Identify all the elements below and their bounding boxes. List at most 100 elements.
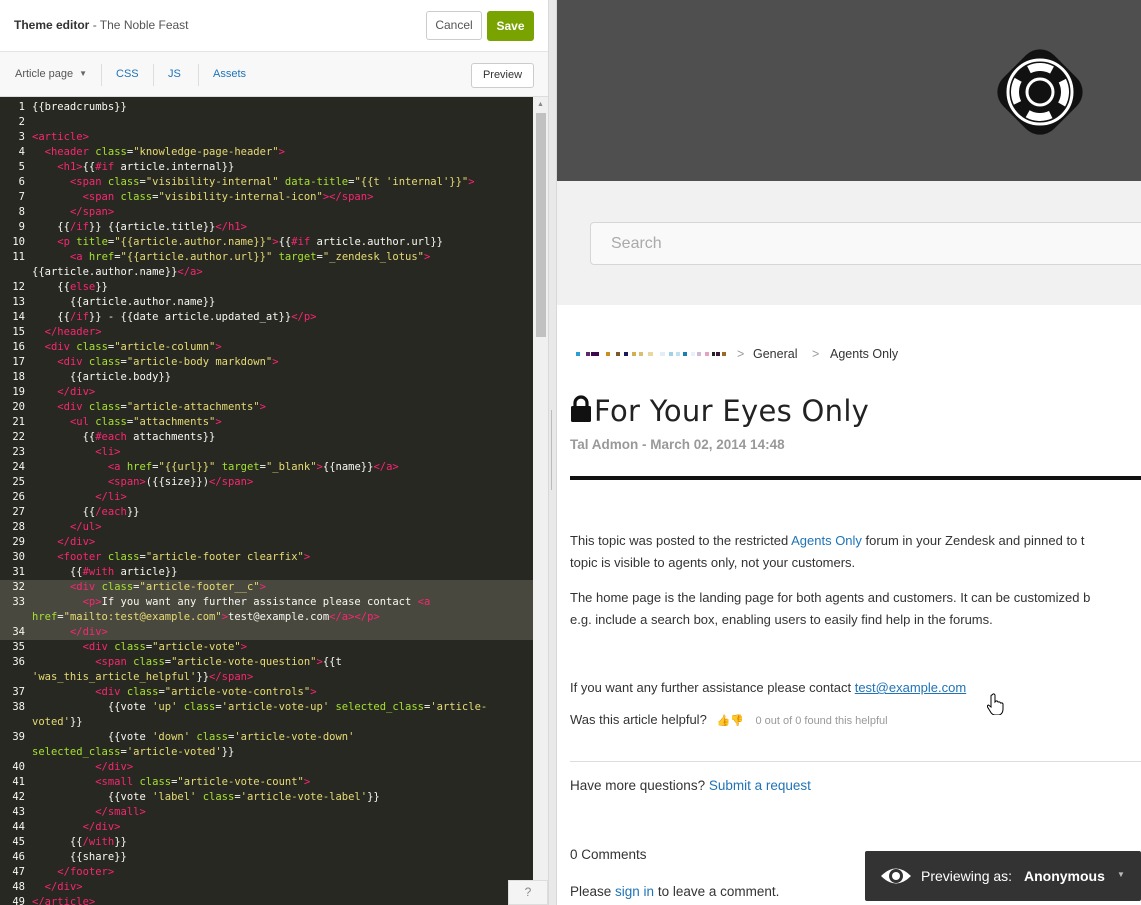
code-line[interactable]: 40 </div> (0, 760, 533, 775)
code-line[interactable]: 32 <div class="article-footer__c"> (0, 580, 533, 595)
code-line[interactable]: 45 {{/with}} (0, 835, 533, 850)
code-line[interactable]: 31 {{#with article}} (0, 565, 533, 580)
code-line[interactable]: 24 <a href="{{url}}" target="_blank">{{n… (0, 460, 533, 475)
code-text[interactable]: <small class="article-vote-count"> (32, 775, 310, 790)
code-line[interactable]: 36 <span class="article-vote-question">{… (0, 655, 533, 670)
code-text[interactable]: </ul> (32, 520, 102, 535)
code-text[interactable]: {{vote 'up' class='article-vote-up' sele… (32, 700, 487, 715)
code-line[interactable]: 33 <p>If you want any further assistance… (0, 595, 533, 610)
code-line[interactable]: 1 {{breadcrumbs}} (0, 100, 533, 115)
search-input[interactable]: Search (590, 222, 1141, 265)
code-text[interactable]: selected_class='article-voted'}} (32, 745, 234, 760)
code-text[interactable]: </div> (32, 535, 95, 550)
code-text[interactable]: {{article.author.name}}</a> (32, 265, 203, 280)
code-text[interactable]: {{article.body}} (32, 370, 171, 385)
breadcrumb-item-general[interactable]: General (753, 347, 797, 361)
code-text[interactable]: {{else}} (32, 280, 108, 295)
code-line[interactable]: 27 {{/each}} (0, 505, 533, 520)
code-text[interactable]: <a href="{{article.author.url}}" target=… (32, 250, 430, 265)
tab-css[interactable]: CSS (116, 68, 139, 80)
code-text[interactable]: </article> (32, 895, 95, 905)
code-text[interactable]: {{vote 'label' class='article-vote-label… (32, 790, 380, 805)
code-lines[interactable]: 1 {{breadcrumbs}} 2 3 <article> 4 <header cla… (0, 100, 533, 905)
code-text[interactable]: <span class="visibility-internal-icon"><… (32, 190, 374, 205)
code-text[interactable]: </footer> (32, 865, 114, 880)
code-line[interactable]: 5 <h1>{{#if article.internal}} (0, 160, 533, 175)
code-line[interactable]: 11 <a href="{{article.author.url}}" targ… (0, 250, 533, 265)
code-line[interactable]: 29 </div> (0, 535, 533, 550)
code-line[interactable]: 42 {{vote 'label' class='article-vote-la… (0, 790, 533, 805)
tab-js[interactable]: JS (168, 68, 181, 80)
code-line[interactable]: 9 {{/if}} {{article.title}}</h1> (0, 220, 533, 235)
code-line[interactable]: 16 <div class="article-column"> (0, 340, 533, 355)
code-line[interactable]: voted'}} (0, 715, 533, 730)
code-text[interactable]: <div class="article-column"> (32, 340, 222, 355)
code-line[interactable]: 44 </div> (0, 820, 533, 835)
code-text[interactable]: </div> (32, 625, 108, 640)
page-type-select[interactable]: Article page ▼ (15, 68, 87, 80)
save-button[interactable]: Save (487, 11, 534, 41)
code-line[interactable]: 26 </li> (0, 490, 533, 505)
code-line[interactable]: 19 </div> (0, 385, 533, 400)
thumbs-up-icon[interactable]: 👍 (716, 715, 730, 727)
code-line[interactable]: 'was_this_article_helpful'}}</span> (0, 670, 533, 685)
code-text[interactable]: href="mailto:test@example.com">test@exam… (32, 610, 380, 625)
code-line[interactable]: 14 {{/if}} - {{date article.updated_at}}… (0, 310, 533, 325)
code-text[interactable]: </li> (32, 490, 127, 505)
code-line[interactable]: 17 <div class="article-body markdown"> (0, 355, 533, 370)
cancel-button[interactable]: Cancel (426, 11, 482, 40)
code-text[interactable]: voted'}} (32, 715, 83, 730)
code-line[interactable]: 12 {{else}} (0, 280, 533, 295)
submit-request-link[interactable]: Submit a request (709, 778, 811, 793)
code-text[interactable]: <header class="knowledge-page-header"> (32, 145, 285, 160)
code-line[interactable]: 15 </header> (0, 325, 533, 340)
preview-button[interactable]: Preview (471, 63, 534, 88)
code-line[interactable]: 6 <span class="visibility-internal" data… (0, 175, 533, 190)
code-line[interactable]: 39 {{vote 'down' class='article-vote-dow… (0, 730, 533, 745)
code-line[interactable]: 22 {{#each attachments}} (0, 430, 533, 445)
code-text[interactable]: 'was_this_article_helpful'}}</span> (32, 670, 253, 685)
code-text[interactable]: {{#with article}} (32, 565, 177, 580)
scroll-up-icon[interactable]: ▲ (537, 101, 544, 108)
code-line[interactable]: 49 </article> (0, 895, 533, 905)
code-text[interactable]: <div class="article-footer__c"> (32, 580, 266, 595)
code-line[interactable]: 34 </div> (0, 625, 533, 640)
code-line[interactable]: {{article.author.name}}</a> (0, 265, 533, 280)
code-line[interactable]: 7 <span class="visibility-internal-icon"… (0, 190, 533, 205)
code-text[interactable]: {{/with}} (32, 835, 127, 850)
code-line[interactable]: 2 (0, 115, 533, 130)
code-text[interactable]: </div> (32, 385, 95, 400)
code-line[interactable]: 41 <small class="article-vote-count"> (0, 775, 533, 790)
code-line[interactable]: 43 </small> (0, 805, 533, 820)
code-text[interactable]: </div> (32, 820, 121, 835)
code-text[interactable]: <span class="visibility-internal" data-t… (32, 175, 475, 190)
code-text[interactable]: {{/each}} (32, 505, 140, 520)
breadcrumb-item-agents-only[interactable]: Agents Only (830, 347, 898, 361)
code-text[interactable]: <span>({{size}})</span> (32, 475, 253, 490)
code-line[interactable]: href="mailto:test@example.com">test@exam… (0, 610, 533, 625)
tab-assets[interactable]: Assets (213, 68, 246, 80)
code-text[interactable]: <div class="article-body markdown"> (32, 355, 278, 370)
code-line[interactable]: 8 </span> (0, 205, 533, 220)
help-button[interactable]: ? (508, 880, 548, 905)
code-line[interactable]: 37 <div class="article-vote-controls"> (0, 685, 533, 700)
code-text[interactable]: {{/if}} - {{date article.updated_at}}</p… (32, 310, 316, 325)
code-line[interactable]: 10 <p title="{{article.author.name}}">{{… (0, 235, 533, 250)
code-line[interactable]: 47 </footer> (0, 865, 533, 880)
code-text[interactable]: <ul class="attachments"> (32, 415, 222, 430)
code-text[interactable]: {{vote 'down' class='article-vote-down' (32, 730, 355, 745)
code-line[interactable]: 20 <div class="article-attachments"> (0, 400, 533, 415)
code-line[interactable]: 23 <li> (0, 445, 533, 460)
code-text[interactable]: <li> (32, 445, 120, 460)
code-line[interactable]: 48 </div> (0, 880, 533, 895)
resize-grip[interactable] (551, 410, 554, 490)
code-line[interactable]: 18 {{article.body}} (0, 370, 533, 385)
code-text[interactable]: </span> (32, 205, 114, 220)
code-text[interactable]: </div> (32, 760, 133, 775)
thumbs-down-icon[interactable]: 👎 (730, 715, 744, 727)
code-line[interactable]: selected_class='article-voted'}} (0, 745, 533, 760)
code-line[interactable]: 46 {{share}} (0, 850, 533, 865)
code-text[interactable]: <div class="article-attachments"> (32, 400, 266, 415)
code-text[interactable]: <footer class="article-footer clearfix"> (32, 550, 310, 565)
code-text[interactable]: {{#each attachments}} (32, 430, 216, 445)
